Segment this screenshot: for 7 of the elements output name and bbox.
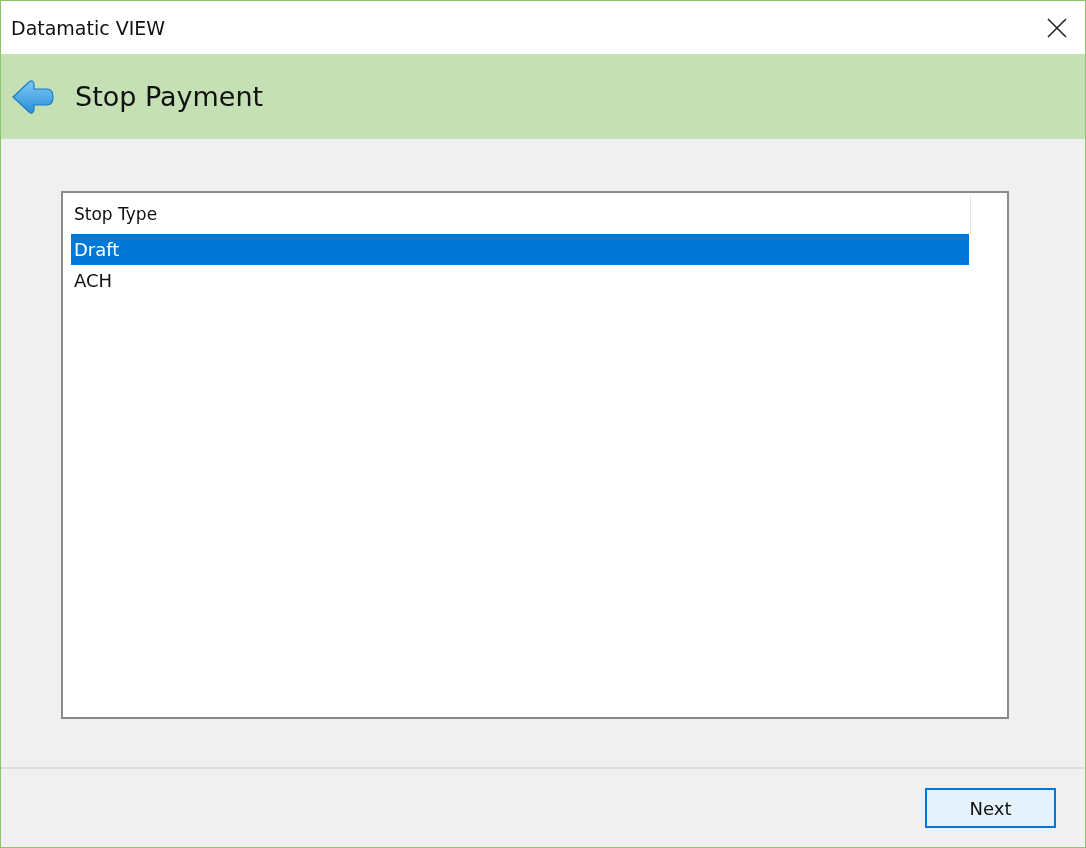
back-arrow-icon[interactable] bbox=[11, 78, 55, 115]
list-item[interactable]: ACH bbox=[71, 265, 969, 296]
window-title: Datamatic VIEW bbox=[11, 16, 166, 39]
page-title: Stop Payment bbox=[75, 81, 264, 112]
list-item[interactable]: Draft bbox=[71, 234, 969, 265]
next-button[interactable]: Next bbox=[925, 788, 1056, 828]
close-icon[interactable] bbox=[1047, 17, 1067, 38]
